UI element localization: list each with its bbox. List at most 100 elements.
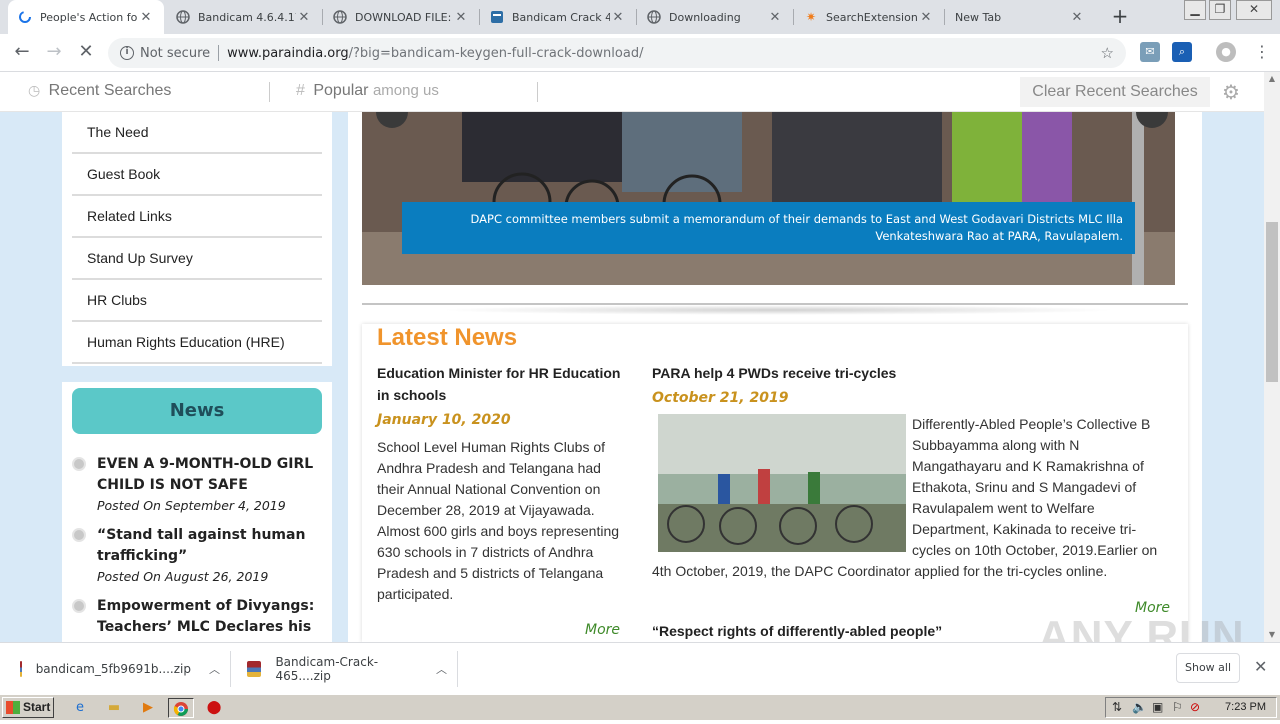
close-tab-icon[interactable]: ✕ <box>918 10 934 25</box>
loading-spinner-icon <box>18 10 32 24</box>
article-date: October 21, 2019 <box>652 390 789 406</box>
close-tab-icon[interactable]: ✕ <box>453 10 469 25</box>
close-tab-icon[interactable]: ✕ <box>138 10 154 25</box>
download-divider <box>230 651 231 687</box>
chevron-up-icon[interactable]: ︿ <box>209 661 220 677</box>
speaker-icon[interactable]: 🔈 <box>1132 700 1147 714</box>
ie-icon[interactable]: e <box>70 698 90 718</box>
news-item-title[interactable]: Empowerment of Divyangs: Teachers’ MLC D… <box>97 596 322 638</box>
popular-button[interactable]: # Popular among us <box>296 82 439 100</box>
close-icon[interactable]: ✕ <box>1254 657 1267 676</box>
new-tab-plus-icon[interactable]: + <box>1108 5 1132 29</box>
article-body-wrap: Differently-Abled People’s Collective B … <box>652 414 1172 582</box>
article-title[interactable]: “Respect rights of differently-abled peo… <box>652 620 942 642</box>
tab-search-extension[interactable]: ✷ SearchExtension ✕ <box>794 0 944 34</box>
start-button[interactable]: Start <box>2 697 54 718</box>
article-title[interactable]: Education Minister for HR Education in s… <box>377 362 622 406</box>
show-all-button[interactable]: Show all <box>1176 653 1240 683</box>
article-card: Education Minister for HR Education in s… <box>377 362 622 605</box>
stop-loading-icon[interactable]: ✕ <box>74 41 98 65</box>
network-icon[interactable]: ▣ <box>1152 700 1163 714</box>
more-link[interactable]: More <box>585 622 620 638</box>
close-tab-icon[interactable]: ✕ <box>610 10 626 25</box>
gear-icon[interactable]: ⚙ <box>1222 80 1240 105</box>
tab-new-tab[interactable]: New Tab ✕ <box>945 0 1095 34</box>
sidebar-gap <box>62 366 332 382</box>
globe-icon <box>333 10 347 24</box>
browser-toolbar: ← → ✕ i Not secure www.paraindia.org/?bi… <box>0 34 1280 72</box>
close-window-icon[interactable]: ✕ <box>1236 0 1272 20</box>
sidebar-item-hre[interactable]: Human Rights Education (HRE) <box>72 322 322 364</box>
download-item[interactable]: Bandicam-Crack-465....zip ︿ <box>247 643 447 695</box>
popular-sub-label: among us <box>372 82 439 99</box>
download-item[interactable]: bandicam_5fb9691b....zip ︿ <box>20 643 220 695</box>
download-divider <box>457 651 458 687</box>
bookmark-star-icon[interactable]: ☆ <box>1101 44 1114 62</box>
mail-extension-icon[interactable]: ✉ <box>1140 42 1160 62</box>
sidebar-item-the-need[interactable]: The Need <box>72 112 322 154</box>
tray-alert-icon[interactable]: ⊘ <box>1190 700 1200 714</box>
restore-icon[interactable]: ❐ <box>1209 0 1231 20</box>
close-tab-icon[interactable]: ✕ <box>296 10 312 25</box>
globe-icon <box>647 10 661 24</box>
omnibox-divider <box>218 45 220 61</box>
sidebar-item-stand-up-survey[interactable]: Stand Up Survey <box>72 238 322 280</box>
security-label: Not secure <box>140 45 211 61</box>
forward-arrow-icon[interactable]: → <box>42 41 66 65</box>
tab-bandicam-crack[interactable]: Bandicam Crack 4. ✕ <box>480 0 636 34</box>
page-scrollbar[interactable]: ▲ ▼ <box>1264 72 1280 642</box>
media-player-icon[interactable]: ▶ <box>138 698 158 718</box>
downloads-shelf: bandicam_5fb9691b....zip ︿ Bandicam-Crac… <box>0 642 1280 694</box>
tab-download-file[interactable]: DOWNLOAD FILE: ✕ <box>323 0 479 34</box>
news-item-title[interactable]: EVEN A 9-MONTH-OLD GIRL CHILD IS NOT SAF… <box>97 454 322 496</box>
minimize-icon[interactable]: ▁ <box>1184 0 1206 20</box>
bullet-icon <box>72 528 86 542</box>
hero-slider: DAPC committee members submit a memorand… <box>362 112 1175 285</box>
article-card: PARA help 4 PWDs receive tri-cycles Octo… <box>652 362 1172 582</box>
orange-star-icon: ✷ <box>805 10 817 24</box>
scroll-up-icon[interactable]: ▲ <box>1264 72 1280 86</box>
sidebar-news-box: News EVEN A 9-MONTH-OLD GIRL CHILD IS NO… <box>62 382 332 642</box>
url-host: www.paraindia.org <box>227 45 349 61</box>
tab-title: SearchExtension <box>826 10 918 24</box>
recent-searches-button[interactable]: ◷ Recent Searches <box>28 82 171 100</box>
scroll-down-icon[interactable]: ▼ <box>1264 628 1280 642</box>
tab-downloading[interactable]: Downloading ✕ <box>637 0 793 34</box>
back-arrow-icon[interactable]: ← <box>10 41 34 65</box>
news-item-title[interactable]: “Stand tall against human trafficking” <box>97 525 322 567</box>
bullet-icon <box>72 599 86 613</box>
sidebar-item-related-links[interactable]: Related Links <box>72 196 322 238</box>
tab-peoples-action[interactable]: People's Action for ✕ <box>8 0 164 34</box>
close-tab-icon[interactable]: ✕ <box>1069 10 1085 25</box>
download-filename: bandicam_5fb9691b....zip <box>35 662 191 676</box>
search-extension-icon[interactable]: ⌕ <box>1172 42 1192 62</box>
tab-title: Bandicam 4.6.4.17 <box>198 10 296 24</box>
profile-avatar-icon[interactable]: ● <box>1216 42 1236 62</box>
close-tab-icon[interactable]: ✕ <box>767 10 783 25</box>
bullet-icon <box>72 457 86 471</box>
folder-icon[interactable]: ▬ <box>104 698 124 718</box>
sidebar-item-hr-clubs[interactable]: HR Clubs <box>72 280 322 322</box>
tab-title: DOWNLOAD FILE: <box>355 10 452 24</box>
scroll-thumb[interactable] <box>1266 222 1278 382</box>
recent-searches-label: Recent Searches <box>48 82 172 99</box>
address-bar[interactable]: i Not secure www.paraindia.org/?big=band… <box>108 38 1126 68</box>
article-title[interactable]: PARA help 4 PWDs receive tri-cycles <box>652 362 1172 384</box>
article-date: January 10, 2020 <box>377 412 511 428</box>
menu-kebab-icon[interactable]: ⋮ <box>1250 41 1274 65</box>
article-photo[interactable] <box>658 414 906 552</box>
sidebar-item-guest-book[interactable]: Guest Book <box>72 154 322 196</box>
chevron-up-icon[interactable]: ︿ <box>436 661 447 677</box>
info-icon[interactable]: i <box>120 46 134 60</box>
article-body: School Level Human Rights Clubs of Andhr… <box>377 439 620 602</box>
tab-title: Downloading <box>669 10 741 24</box>
popular-label: Popular <box>313 82 369 99</box>
chrome-taskbar-icon[interactable] <box>168 698 194 718</box>
url-path: /?big=bandicam-keygen-full-crack-downloa… <box>348 45 644 61</box>
tab-bandicam-464[interactable]: Bandicam 4.6.4.17 ✕ <box>166 0 322 34</box>
tray-arrows-icon[interactable]: ⇅ <box>1112 700 1122 714</box>
warning-stop-icon[interactable]: ⬤ <box>204 698 224 718</box>
tab-title: New Tab <box>955 10 1002 24</box>
clear-recent-searches-button[interactable]: Clear Recent Searches <box>1020 77 1210 107</box>
tray-flag-icon[interactable]: ⚐ <box>1172 700 1183 714</box>
